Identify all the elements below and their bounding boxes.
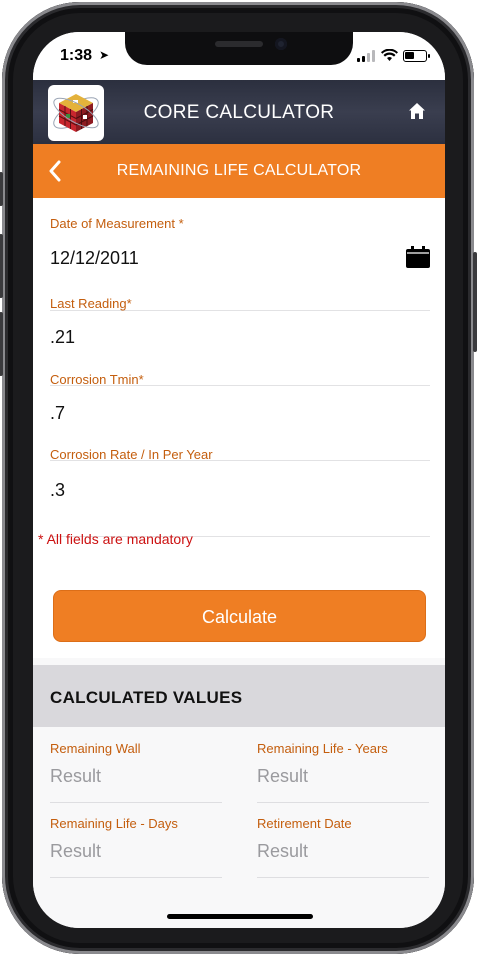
front-camera	[275, 38, 287, 50]
remaining-wall-result: Remaining Wall Result	[50, 741, 222, 803]
corrosion-tmin-field[interactable]: Corrosion Tmin* .7	[50, 372, 430, 461]
phone-screen: 1:38 ➤ CORE CALCULATOR REMAINING LIFE CA…	[33, 32, 445, 928]
cellular-signal-icon	[357, 50, 375, 62]
calendar-icon[interactable]	[406, 246, 430, 268]
result-underline	[50, 877, 222, 878]
field-label: Last Reading*	[50, 296, 132, 311]
result-label: Remaining Wall	[50, 741, 141, 756]
calculated-values-header: CALCULATED VALUES	[33, 665, 445, 727]
result-label: Remaining Life - Years	[257, 741, 388, 756]
section-title: CALCULATED VALUES	[50, 688, 243, 707]
date-of-measurement-input[interactable]: 12/12/2011	[50, 248, 430, 269]
volume-down-button	[0, 312, 3, 376]
home-icon[interactable]	[408, 102, 426, 120]
mandatory-note: * All fields are mandatory	[38, 531, 193, 547]
page-title: REMAINING LIFE CALCULATOR	[116, 162, 362, 179]
retirement-date-result: Retirement Date Result	[257, 816, 429, 878]
result-value: Result	[50, 841, 102, 861]
result-value: Result	[50, 766, 102, 786]
date-of-measurement-field[interactable]: Date of Measurement * 12/12/2011	[50, 216, 430, 311]
power-button	[473, 252, 477, 352]
corrosion-rate-input[interactable]: .3	[50, 480, 430, 501]
corrosion-rate-field[interactable]: Corrosion Rate / In Per Year .3	[50, 447, 430, 537]
notch	[125, 32, 353, 65]
result-label: Remaining Life - Days	[50, 816, 178, 831]
speaker-grill	[215, 41, 263, 47]
location-icon: ➤	[99, 48, 110, 62]
volume-up-button	[0, 234, 3, 298]
result-underline	[50, 802, 222, 803]
result-value: Result	[257, 841, 309, 861]
field-label: Corrosion Rate / In Per Year	[50, 447, 213, 462]
battery-icon	[403, 50, 430, 62]
field-label: Date of Measurement *	[50, 216, 184, 231]
app-header: CORE CALCULATOR	[33, 80, 445, 144]
result-label: Retirement Date	[257, 816, 352, 831]
field-label: Corrosion Tmin*	[50, 372, 144, 387]
result-underline	[257, 877, 429, 878]
corrosion-tmin-input[interactable]: .7	[50, 403, 430, 424]
result-value: Result	[257, 766, 309, 786]
remaining-life-days-result: Remaining Life - Days Result	[50, 816, 222, 878]
status-time: 1:38	[60, 47, 93, 64]
calculator-form: Date of Measurement * 12/12/2011 Last Re…	[33, 198, 445, 658]
home-indicator[interactable]	[167, 914, 313, 919]
mute-switch	[0, 172, 3, 206]
last-reading-input[interactable]: .21	[50, 327, 430, 348]
result-underline	[257, 802, 429, 803]
results-grid: Remaining Wall Result Remaining Life - Y…	[33, 727, 445, 928]
phone-frame: 1:38 ➤ CORE CALCULATOR REMAINING LIFE CA…	[0, 2, 477, 954]
calculate-button[interactable]: Calculate	[53, 590, 426, 642]
wifi-icon	[381, 49, 398, 61]
page-header: REMAINING LIFE CALCULATOR	[33, 144, 445, 198]
remaining-life-years-result: Remaining Life - Years Result	[257, 741, 429, 803]
last-reading-field[interactable]: Last Reading* .21	[50, 296, 430, 386]
app-title: CORE CALCULATOR	[143, 102, 335, 123]
